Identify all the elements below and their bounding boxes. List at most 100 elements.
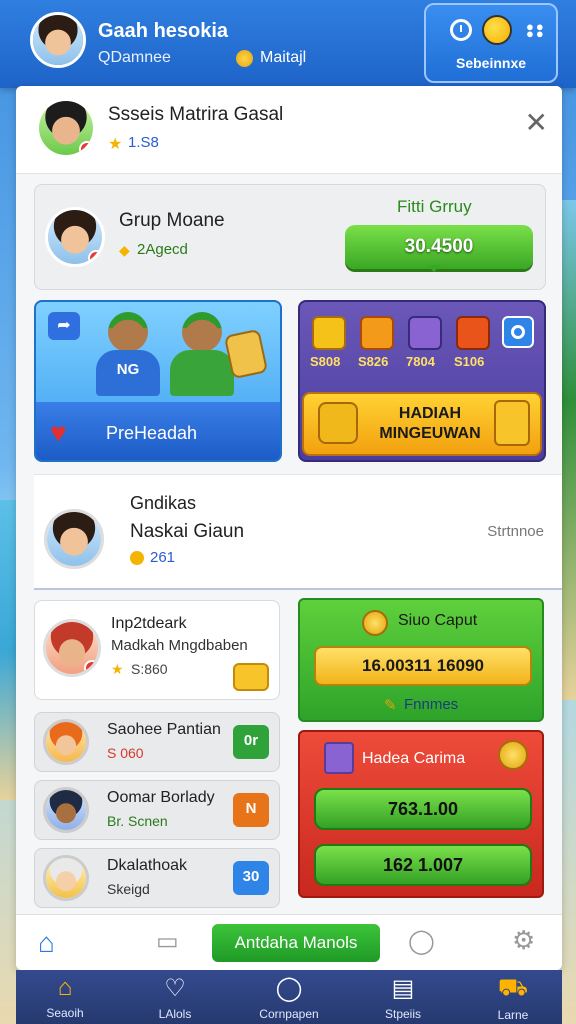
profile-avatar[interactable] bbox=[30, 12, 86, 68]
list-item-button[interactable]: 0r bbox=[233, 725, 269, 759]
main-card: Ssseis Matrira Gasal ★ 1.S8 ✕ Grup Moane… bbox=[16, 86, 562, 970]
avatar-face-icon bbox=[47, 512, 101, 566]
promo-label: PreHeadah bbox=[106, 423, 198, 443]
hadea-value-button[interactable]: 763.1.00 bbox=[314, 788, 532, 830]
gem-icon: ◆ bbox=[119, 242, 130, 258]
group-prize-card[interactable]: Siuo Caput 16.00311 16090 ✎ Fnnmes bbox=[298, 598, 544, 722]
gear-icon[interactable]: ⚙ bbox=[512, 925, 535, 956]
coin-icon bbox=[236, 50, 253, 67]
nav-label: Stpeiis bbox=[384, 1007, 422, 1021]
contact-avatar[interactable] bbox=[44, 509, 104, 569]
promo-card[interactable]: ➦ NG ♥ PreHeadah bbox=[34, 300, 282, 462]
header-rating: 1.S8 bbox=[128, 134, 159, 151]
coin-icon bbox=[498, 740, 528, 770]
header-row: Ssseis Matrira Gasal ★ 1.S8 ✕ bbox=[16, 86, 562, 174]
list-item[interactable]: Dkalathoak Skeigd 30 bbox=[34, 848, 280, 908]
contact-line2: Naskai Giaun bbox=[130, 521, 245, 542]
reward-value: S106 bbox=[454, 354, 485, 369]
nav-item-stats[interactable]: ▤ Stpeiis bbox=[358, 970, 448, 1024]
home-icon: ⌂ bbox=[57, 974, 73, 1001]
friend-score: S:860 bbox=[131, 661, 168, 677]
avatar-face-icon bbox=[46, 790, 86, 830]
status-badge bbox=[79, 141, 93, 155]
hadea-title: Hadea Carima bbox=[362, 750, 466, 767]
header-title: Ssseis Matrira Gasal bbox=[108, 104, 284, 125]
list-item-name: Saohee Pantian bbox=[107, 721, 221, 738]
header-avatar[interactable] bbox=[36, 98, 96, 158]
reward-card[interactable]: S808 S826 7804 S106 HADIAH MINGEUWAN bbox=[298, 300, 546, 462]
list-item-name: Oomar Borlady bbox=[107, 789, 215, 806]
friend-name: Inp2tdeark bbox=[111, 615, 187, 632]
reward-box-icon bbox=[318, 402, 358, 444]
list-item[interactable]: Saohee Pantian S 060 0r bbox=[34, 712, 280, 772]
list-item-name: Dkalathoak bbox=[107, 857, 188, 874]
heart-icon: ♡ bbox=[164, 975, 186, 1002]
share-icon[interactable]: ➦ bbox=[48, 312, 80, 340]
shirt-text: NG bbox=[96, 350, 160, 396]
treasure-icon[interactable] bbox=[456, 316, 490, 350]
group-label: Fitti Grruy bbox=[397, 197, 472, 216]
nav-item-likes[interactable]: ♡ LAlols bbox=[130, 970, 220, 1024]
group-prize-value[interactable]: 16.00311 16090 bbox=[314, 646, 532, 686]
friend-avatar[interactable] bbox=[43, 619, 101, 677]
list-item-button[interactable]: 30 bbox=[233, 861, 269, 895]
nav-label: Cornpapen bbox=[259, 1007, 319, 1021]
top-action-panel[interactable]: ●● ●● Sebeinnxe bbox=[424, 3, 558, 83]
list-item-sub: Skeigd bbox=[107, 881, 150, 897]
list-item-button[interactable]: N bbox=[233, 793, 269, 827]
timer-icon[interactable] bbox=[502, 316, 534, 348]
nav-item-shop[interactable]: ⛟ Larne bbox=[468, 970, 558, 1024]
message-bubble-icon[interactable]: ◯ bbox=[408, 927, 435, 956]
nav-item-home[interactable]: ⌂ Seaoih bbox=[20, 970, 110, 1024]
chat-icon[interactable]: ▭ bbox=[156, 927, 179, 956]
weekly-reward-label: HADIAH MINGEUWAN bbox=[379, 405, 481, 442]
contact-count: 261 bbox=[150, 549, 176, 566]
friend-card[interactable]: Inp2tdeark Madkah Mngdbaben ★ S:860 bbox=[34, 600, 280, 700]
list-avatar bbox=[43, 719, 89, 765]
list-item[interactable]: Oomar Borlady Br. Scnen N bbox=[34, 780, 280, 840]
clock-icon[interactable] bbox=[450, 19, 472, 41]
contact-line1: Gndikas bbox=[130, 493, 197, 513]
status-badge bbox=[84, 660, 98, 674]
friend-action-button[interactable] bbox=[233, 663, 269, 691]
group-prize-footer: Fnnmes bbox=[404, 696, 459, 713]
list-item-sub: Br. Scnen bbox=[107, 813, 168, 829]
contact-row[interactable]: Gndikas Naskai Giaun 261 Strtnnoe bbox=[34, 474, 562, 590]
close-icon[interactable]: ✕ bbox=[525, 106, 548, 139]
chest-icon[interactable] bbox=[408, 316, 442, 350]
nav-label: LAlols bbox=[158, 1007, 192, 1021]
avatar-face-icon bbox=[46, 858, 86, 898]
star-icon: ★ bbox=[111, 661, 124, 677]
group-sub: 2Agecd bbox=[137, 241, 188, 258]
hadea-value-button[interactable]: 162 1.007 bbox=[314, 844, 532, 886]
cart-icon: ⛟ bbox=[497, 974, 529, 1001]
contact-status: Strtnnoe bbox=[487, 523, 544, 540]
list-avatar bbox=[43, 855, 89, 901]
group-value-button[interactable]: 30.4500 bbox=[345, 225, 533, 272]
gift-box-icon[interactable] bbox=[360, 316, 394, 350]
heart-icon: ♥ bbox=[50, 417, 67, 448]
mascot-icon[interactable] bbox=[482, 15, 512, 45]
group-prize-title: Siuo Caput bbox=[398, 612, 478, 629]
nav-label: Larne bbox=[497, 1008, 529, 1022]
profile-subtitle: QDamnee bbox=[98, 49, 171, 66]
profile-name: Gaah hesokia bbox=[98, 20, 229, 42]
home-icon[interactable]: ⌂ bbox=[38, 927, 55, 959]
main-action-button[interactable]: Antdaha Manols bbox=[212, 924, 380, 962]
promo-bar[interactable]: ♥ PreHeadah bbox=[36, 402, 280, 460]
weekly-reward-button[interactable]: HADIAH MINGEUWAN bbox=[302, 392, 542, 456]
star-box-icon[interactable] bbox=[312, 316, 346, 350]
bottom-nav: ⌂ Seaoih ♡ LAlols ◯ Cornpapen ▤ Stpeiis … bbox=[16, 970, 562, 1024]
character-icon bbox=[170, 312, 234, 396]
panel-label: Sebeinnxe bbox=[455, 55, 527, 71]
reward-value: S808 bbox=[310, 354, 341, 369]
grid-dots-icon[interactable]: ●● ●● bbox=[526, 20, 544, 40]
top-bar: Gaah hesokia QDamnee Maitajl ●● ●● Sebei… bbox=[0, 0, 576, 88]
list-item-sub: S 060 bbox=[107, 745, 144, 761]
nav-item-companion[interactable]: ◯ Cornpapen bbox=[244, 970, 334, 1024]
group-name: Grup Moane bbox=[119, 210, 225, 231]
friend-sub: Madkah Mngdbaben bbox=[111, 637, 248, 654]
star-icon: ★ bbox=[108, 136, 123, 153]
action-bar: ⌂ ▭ Antdaha Manols ◯ ⚙ bbox=[16, 914, 562, 970]
group-avatar[interactable] bbox=[45, 207, 105, 267]
